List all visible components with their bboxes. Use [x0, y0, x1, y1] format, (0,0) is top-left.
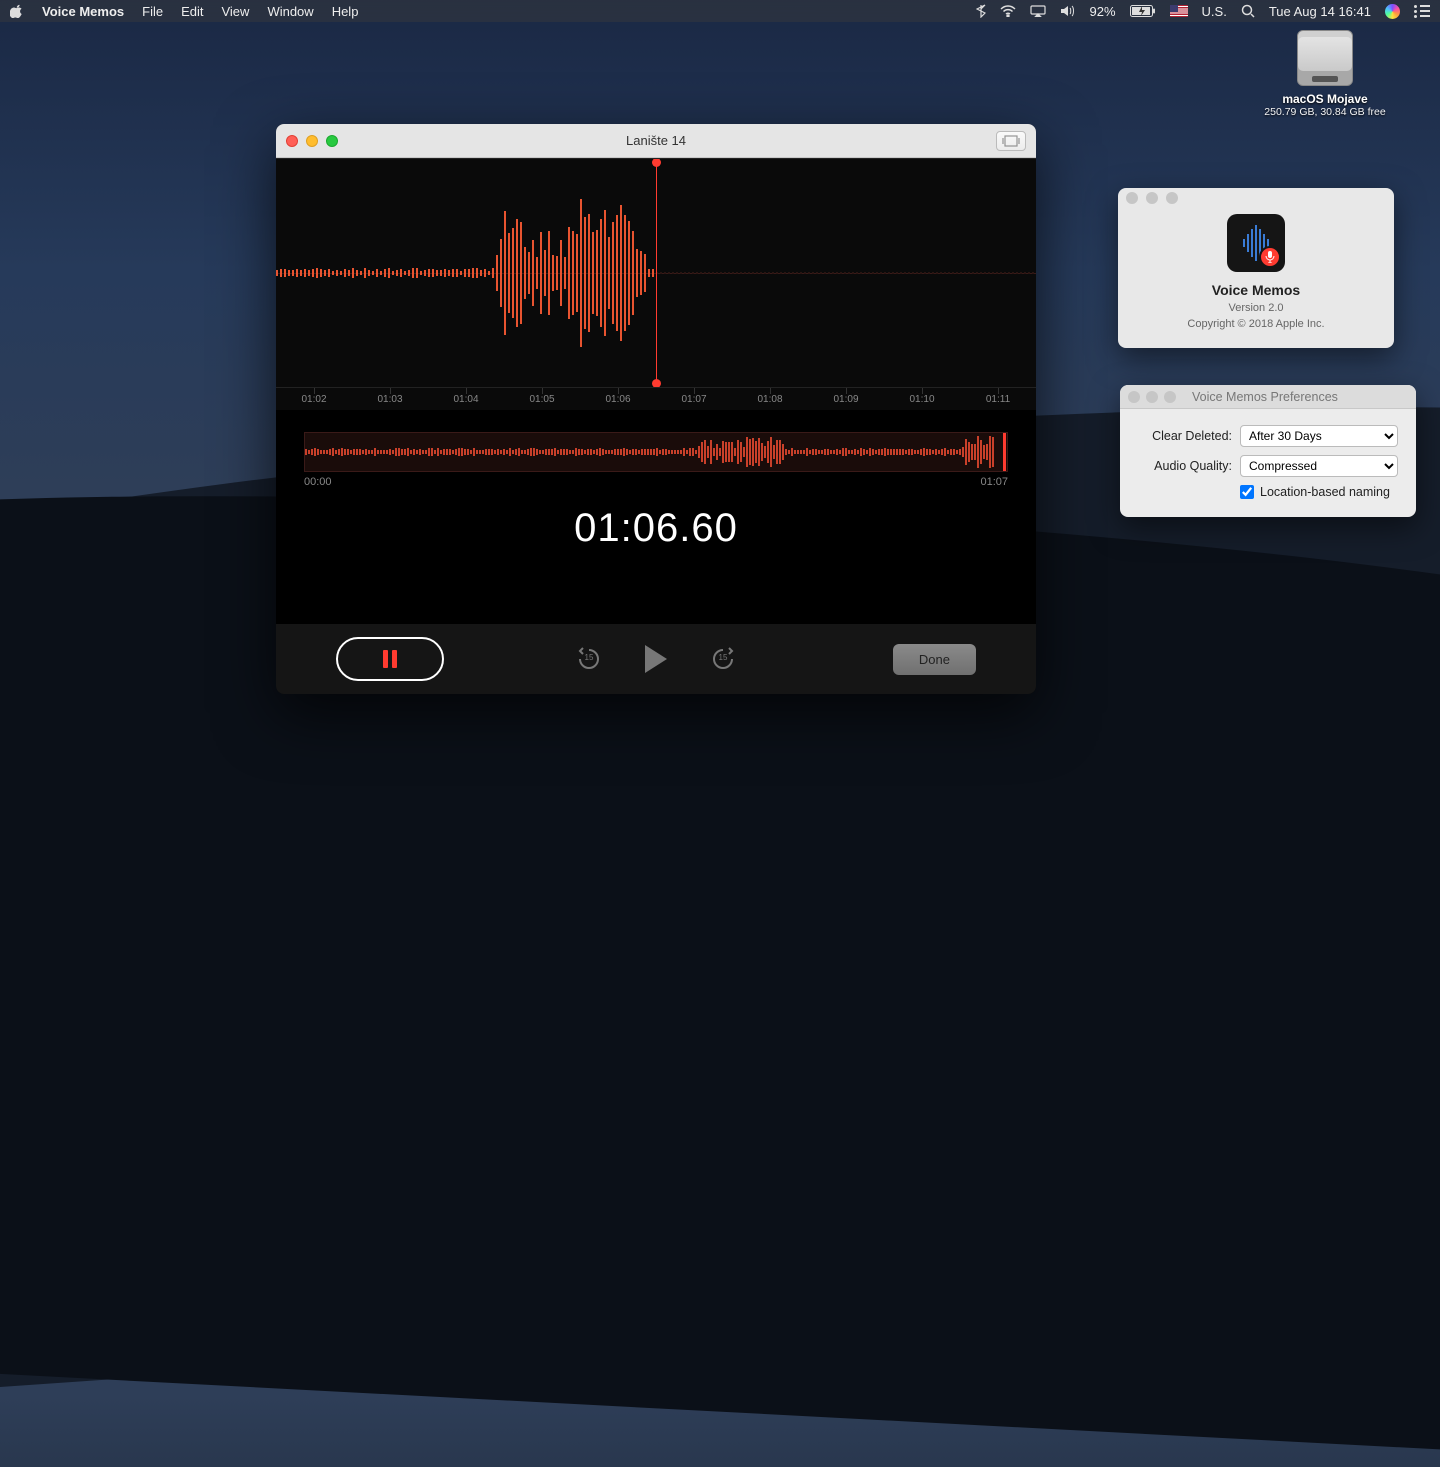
clear-deleted-label: Clear Deleted:	[1138, 429, 1232, 443]
about-version: Version 2.0	[1118, 302, 1394, 314]
menu-view[interactable]: View	[221, 4, 249, 19]
menu-window[interactable]: Window	[267, 4, 313, 19]
preferences-window: Voice Memos Preferences Clear Deleted: A…	[1120, 385, 1416, 517]
microphone-badge-icon	[1259, 246, 1281, 268]
drive-info: 250.79 GB, 30.84 GB free	[1260, 106, 1390, 118]
play-button[interactable]	[645, 645, 667, 673]
audio-quality-label: Audio Quality:	[1138, 459, 1232, 473]
prefs-title: Voice Memos Preferences	[1192, 390, 1338, 404]
input-source-flag-icon[interactable]	[1170, 5, 1188, 17]
done-button[interactable]: Done	[893, 644, 976, 675]
window-title: Lanište 14	[276, 133, 1036, 148]
location-naming-checkbox[interactable]	[1240, 485, 1254, 499]
overview-start-time: 00:00	[304, 476, 332, 488]
clear-deleted-select[interactable]: After 30 Days	[1240, 425, 1398, 447]
time-ruler: 01:0201:0301:0401:0501:0601:0701:0801:09…	[276, 388, 1036, 410]
wifi-icon[interactable]	[1000, 5, 1016, 17]
app-icon	[1227, 214, 1285, 272]
hard-drive-icon	[1297, 30, 1353, 86]
desktop-drive[interactable]: macOS Mojave 250.79 GB, 30.84 GB free	[1260, 30, 1390, 118]
voice-memos-window: Lanište 14 01:0201:0301:0401:0501:0601:0…	[276, 124, 1036, 694]
location-naming-label: Location-based naming	[1260, 485, 1390, 499]
notification-center-icon[interactable]	[1414, 5, 1430, 18]
zoom-button[interactable]	[1164, 391, 1176, 403]
waveform-overview[interactable]	[304, 432, 1008, 472]
menu-file[interactable]: File	[142, 4, 163, 19]
menu-help[interactable]: Help	[332, 4, 359, 19]
spotlight-icon[interactable]	[1241, 4, 1255, 18]
about-copyright: Copyright © 2018 Apple Inc.	[1118, 318, 1394, 330]
about-window: Voice Memos Version 2.0 Copyright © 2018…	[1118, 188, 1394, 348]
apple-menu-icon[interactable]	[10, 4, 24, 18]
volume-icon[interactable]	[1060, 5, 1076, 17]
bluetooth-icon[interactable]	[976, 4, 986, 18]
overview-cursor[interactable]	[1003, 432, 1006, 472]
drive-name: macOS Mojave	[1260, 92, 1390, 106]
about-title: Voice Memos	[1118, 282, 1394, 298]
menu-edit[interactable]: Edit	[181, 4, 203, 19]
elapsed-time: 01:06.60	[276, 506, 1036, 551]
titlebar[interactable]: Lanište 14	[276, 124, 1036, 158]
battery-icon[interactable]	[1130, 5, 1156, 17]
playback-controls: 15 15 Done	[276, 624, 1036, 694]
siri-icon[interactable]	[1385, 4, 1400, 19]
waveform-detail[interactable]	[276, 158, 1036, 388]
app-name[interactable]: Voice Memos	[42, 4, 124, 19]
overview-end-time: 01:07	[980, 476, 1008, 488]
battery-percent: 92%	[1090, 4, 1116, 19]
close-button[interactable]	[1126, 192, 1138, 204]
clock[interactable]: Tue Aug 14 16:41	[1269, 4, 1371, 19]
input-source-label: U.S.	[1202, 4, 1227, 19]
close-button[interactable]	[1128, 391, 1140, 403]
pause-recording-button[interactable]	[336, 637, 444, 681]
skip-forward-button[interactable]: 15	[709, 645, 737, 673]
prefs-titlebar[interactable]: Voice Memos Preferences	[1120, 385, 1416, 409]
audio-quality-select[interactable]: Compressed	[1240, 455, 1398, 477]
playhead[interactable]	[656, 159, 657, 387]
minimize-button[interactable]	[1146, 192, 1158, 204]
airplay-icon[interactable]	[1030, 5, 1046, 17]
skip-back-button[interactable]: 15	[575, 645, 603, 673]
menu-bar: Voice Memos File Edit View Window Help 9…	[0, 0, 1440, 22]
zoom-button[interactable]	[1166, 192, 1178, 204]
minimize-button[interactable]	[1146, 391, 1158, 403]
